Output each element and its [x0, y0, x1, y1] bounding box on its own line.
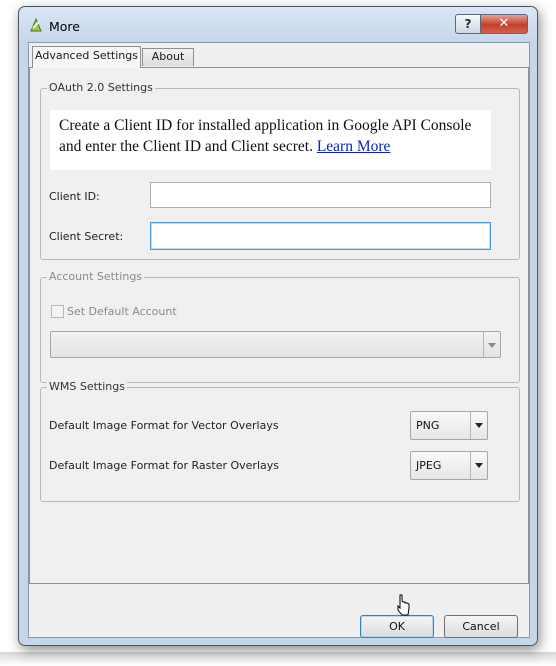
vector-format-arrow[interactable] — [470, 412, 487, 439]
ok-button[interactable]: OK — [360, 615, 434, 638]
vector-format-combo[interactable]: PNG — [410, 411, 488, 440]
oauth-info-box: Create a Client ID for installed applica… — [50, 110, 491, 170]
client-id-input[interactable] — [150, 182, 491, 208]
tab-about[interactable]: About — [142, 48, 194, 66]
oauth-info-text: Create a Client ID for installed applica… — [59, 117, 472, 155]
mouse-cursor-icon — [397, 594, 410, 616]
account-settings-group: Account Settings Set Default Account — [40, 270, 520, 383]
raster-format-arrow[interactable] — [470, 452, 487, 479]
chevron-down-icon — [488, 343, 496, 348]
vector-format-label: Default Image Format for Vector Overlays — [49, 419, 279, 432]
client-secret-input[interactable] — [150, 222, 491, 250]
dialog-window: More ? ✕ Advanced Settings About OAuth 2… — [18, 6, 538, 646]
help-button[interactable]: ? — [455, 14, 481, 34]
wms-settings-group: WMS Settings Default Image Format for Ve… — [40, 380, 520, 502]
window-title: More — [49, 19, 80, 34]
title-bar[interactable]: More ? ✕ — [19, 7, 537, 41]
raster-format-combo[interactable]: JPEG — [410, 451, 488, 480]
set-default-account-checkbox[interactable] — [51, 305, 64, 318]
help-icon: ? — [464, 17, 472, 31]
learn-more-link[interactable]: Learn More — [317, 138, 391, 155]
tab-pane: OAuth 2.0 Settings Create a Client ID fo… — [29, 67, 529, 584]
chevron-down-icon — [475, 423, 483, 428]
chevron-down-icon — [475, 463, 483, 468]
tab-advanced-settings[interactable]: Advanced Settings — [32, 46, 141, 68]
close-button[interactable]: ✕ — [480, 14, 528, 34]
close-icon: ✕ — [498, 16, 510, 31]
set-default-account-label: Set Default Account — [67, 305, 177, 318]
cancel-button[interactable]: Cancel — [444, 615, 518, 638]
vector-format-value: PNG — [416, 419, 440, 432]
desktop-shadow — [0, 652, 556, 666]
account-combo[interactable] — [50, 331, 501, 358]
client-secret-label: Client Secret: — [49, 230, 124, 243]
wms-settings-legend: WMS Settings — [47, 380, 127, 393]
raster-format-value: JPEG — [416, 459, 442, 472]
dialog-client-area: Advanced Settings About OAuth 2.0 Settin… — [28, 42, 530, 638]
account-combo-arrow[interactable] — [483, 332, 500, 357]
client-id-label: Client ID: — [49, 190, 100, 203]
oauth-settings-legend: OAuth 2.0 Settings — [47, 81, 155, 94]
raster-format-label: Default Image Format for Raster Overlays — [49, 459, 279, 472]
account-settings-legend: Account Settings — [47, 270, 145, 283]
qgis-app-icon — [30, 17, 42, 32]
oauth-settings-group: OAuth 2.0 Settings Create a Client ID fo… — [40, 81, 520, 260]
